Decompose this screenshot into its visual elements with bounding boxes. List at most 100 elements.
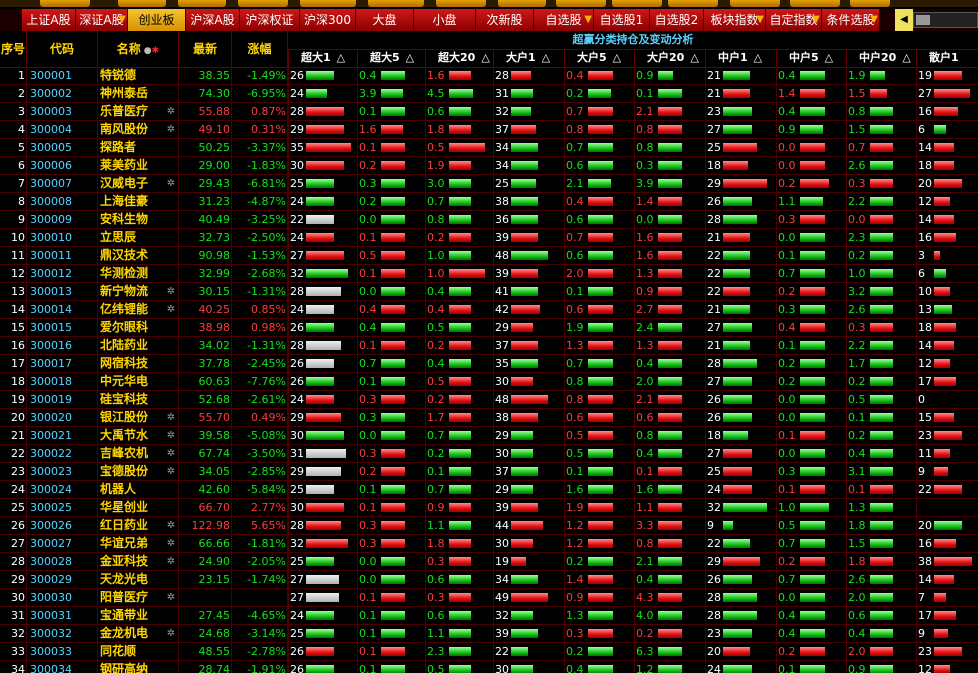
subheader-7[interactable]: 中户5 △ xyxy=(776,49,846,67)
toolbar-button[interactable] xyxy=(40,0,90,7)
table-row[interactable]: 30 300030 阳普医疗 ✲ 27 0.1 0.3 49 0.9 4.3 28 0.0 2.0 7 xyxy=(0,589,978,607)
toolbar-button[interactable] xyxy=(368,0,424,7)
tab-0[interactable]: 上证A股 xyxy=(22,9,76,31)
table-row[interactable]: 8 300008 上海佳豪 31.23 -4.87% 24 0.2 0.7 38 0.4 1.4 26… xyxy=(0,193,978,211)
dropdown-arrow-icon[interactable]: ▼ xyxy=(118,9,126,31)
table-row[interactable]: 25 300025 华星创业 66.70 2.77% 30 0.1 0.9 39 1.9 1.1 32… xyxy=(0,499,978,517)
subheader-6[interactable]: 中户1 △ xyxy=(705,49,776,67)
table-row[interactable]: 3 300003 乐普医疗 ✲ 55.88 0.87% 28 0.1 0.6 32 0.7 2.1 23… xyxy=(0,103,978,121)
toolbar-button[interactable] xyxy=(178,0,226,7)
column-divider xyxy=(846,67,847,85)
column-divider xyxy=(776,643,777,661)
tab-6[interactable]: 大盘 xyxy=(356,9,414,31)
table-row[interactable]: 19 300019 硅宝科技 52.68 -2.61% 24 0.3 0.2 48 0.8 2.1 2… xyxy=(0,391,978,409)
metric-value: 32 xyxy=(495,609,509,622)
toolbar-button[interactable] xyxy=(436,0,486,7)
table-row[interactable]: 28 300028 金亚科技 ✲ 24.90 -2.05% 25 0.0 0.3 19 0.2 2.1… xyxy=(0,553,978,571)
table-row[interactable]: 6 300006 莱美药业 29.00 -1.83% 30 0.2 1.9 34 0.6 0.3 18… xyxy=(0,157,978,175)
subheader-2[interactable]: 超大20 △ xyxy=(425,49,493,67)
tab-5[interactable]: 沪深300 xyxy=(300,9,356,31)
table-row[interactable]: 9 300009 安科生物 40.49 -3.25% 22 0.0 0.8 36 0.6 0.0 28… xyxy=(0,211,978,229)
toolbar-button[interactable] xyxy=(850,0,890,7)
table-row[interactable]: 29 300029 天龙光电 23.15 -1.74% 27 0.0 0.6 34 1.4 0.4 2… xyxy=(0,571,978,589)
change-percent: 5.65% xyxy=(251,519,286,532)
table-row[interactable]: 33 300033 同花顺 48.55 -2.78% 26 0.1 2.3 22 0.2 6.3 20… xyxy=(0,643,978,661)
tab-3[interactable]: 沪深A股 xyxy=(186,9,240,31)
header-price[interactable]: 最新 xyxy=(179,31,231,67)
tab-4[interactable]: 沪深权证 xyxy=(240,9,300,31)
table-row[interactable]: 15 300015 爱尔眼科 38.98 0.98% 26 0.4 0.5 29 1.9 2.4 27… xyxy=(0,319,978,337)
metric-cell-2: 0.5 xyxy=(425,661,493,673)
toolbar-button[interactable] xyxy=(612,0,662,7)
table-row[interactable]: 27 300027 华谊兄弟 ✲ 66.66 -1.81% 32 0.3 1.8 30 1.2 0.8… xyxy=(0,535,978,553)
change-percent: -7.76% xyxy=(247,375,286,388)
subheader-5[interactable]: 大户20 △ xyxy=(634,49,705,67)
toolbar-button[interactable] xyxy=(498,0,546,7)
toolbar-button[interactable] xyxy=(668,0,718,7)
subheader-4[interactable]: 大户5 △ xyxy=(564,49,634,67)
toolbar-button[interactable] xyxy=(118,0,166,7)
table-row[interactable]: 4 300004 南风股份 ✲ 49.10 0.31% 29 1.6 1.8 37 0.8 0.8 27… xyxy=(0,121,978,139)
toolbar-button[interactable] xyxy=(238,0,288,7)
subheader-3[interactable]: 大户1 △ xyxy=(493,49,564,67)
table-row[interactable]: 22 300022 吉峰农机 ✲ 67.74 -3.50% 31 0.3 0.2 30 0.5 0.4… xyxy=(0,445,978,463)
triangle-left-icon[interactable]: ◀ xyxy=(895,9,913,31)
dropdown-arrow-icon[interactable]: ▼ xyxy=(756,9,764,31)
toolbar-button[interactable] xyxy=(730,0,780,7)
toolbar-button[interactable] xyxy=(300,0,356,7)
table-row[interactable]: 11 300011 鼎汉技术 90.98 -1.53% 27 0.5 1.0 48 0.6 1.6 2… xyxy=(0,247,978,265)
header-change[interactable]: 涨幅 xyxy=(232,31,287,67)
subheader-1[interactable]: 超大5 △ xyxy=(357,49,425,67)
tab-8[interactable]: 次新股 xyxy=(476,9,534,31)
table-row[interactable]: 1 300001 特锐德 38.35 -1.49% 26 0.4 1.6 28 0.4 0.9 21 0… xyxy=(0,67,978,85)
table-row[interactable]: 13 300013 新宁物流 ✲ 30.15 -1.31% 28 0.0 0.4 41 0.1 0.9… xyxy=(0,283,978,301)
tab-14[interactable]: 条件选股 ▼ xyxy=(822,9,880,31)
table-row[interactable]: 14 300014 亿纬锂能 ✲ 40.25 0.85% 24 0.4 0.4 42 0.6 2.7 2… xyxy=(0,301,978,319)
column-divider xyxy=(288,463,289,481)
table-row[interactable]: 34 300034 钢研高纳 28.74 -1.91% 26 0.1 0.5 30 0.4 1.2 2… xyxy=(0,661,978,673)
dropdown-arrow-icon[interactable]: ▼ xyxy=(870,9,878,31)
tab-7[interactable]: 小盘 xyxy=(414,9,476,31)
tab-2[interactable]: 创业板 xyxy=(128,9,186,31)
table-row[interactable]: 21 300021 大禹节水 ✲ 39.58 -5.08% 30 0.0 0.7 29 0.5 0.8… xyxy=(0,427,978,445)
table-row[interactable]: 18 300018 中元华电 60.63 -7.76% 26 0.1 0.5 30 0.8 2.0 2… xyxy=(0,373,978,391)
tab-9[interactable]: 自选股 ▼ xyxy=(534,9,594,31)
column-divider xyxy=(26,643,27,661)
tabs-scrollbar[interactable] xyxy=(913,12,978,28)
table-row[interactable]: 7 300007 汉威电子 ✲ 29.43 -6.81% 25 0.3 3.0 25 2.1 3.9 2… xyxy=(0,175,978,193)
subheader-9[interactable]: 散户1 xyxy=(916,49,978,67)
tab-10[interactable]: 自选股1 xyxy=(594,9,650,31)
dropdown-arrow-icon[interactable]: ▼ xyxy=(584,9,592,31)
table-row[interactable]: 16 300016 北陆药业 34.02 -1.31% 28 0.1 0.2 37 1.3 1.3 2… xyxy=(0,337,978,355)
dropdown-arrow-icon[interactable]: ▼ xyxy=(812,9,820,31)
table-row[interactable]: 12 300012 华测检测 32.99 -2.68% 32 0.1 1.0 39 2.0 1.3 2… xyxy=(0,265,978,283)
table-row[interactable]: 10 300010 立思辰 32.73 -2.50% 24 0.1 0.2 39 0.7 1.6 21… xyxy=(0,229,978,247)
table-row[interactable]: 20 300020 银江股份 ✲ 55.70 0.49% 29 0.3 1.7 38 0.6 0.6 2… xyxy=(0,409,978,427)
tab-12[interactable]: 板块指数 ▼ xyxy=(704,9,766,31)
table-row[interactable]: 32 300032 金龙机电 ✲ 24.68 -3.14% 25 0.1 1.1 39 0.3 0.2… xyxy=(0,625,978,643)
table-row[interactable]: 26 300026 红日药业 ✲ 122.98 5.65% 28 0.3 1.1 44 1.2 3.3… xyxy=(0,517,978,535)
table-row[interactable]: 2 300002 神州泰岳 74.30 -6.95% 24 3.9 4.5 31 0.2 0.1 21… xyxy=(0,85,978,103)
tab-13[interactable]: 自定指数 ▼ xyxy=(766,9,822,31)
table-row[interactable]: 23 300023 宝德股份 ✲ 34.05 -2.85% 29 0.2 0.1 37 0.1 0.1… xyxy=(0,463,978,481)
scrollbar-thumb[interactable] xyxy=(916,15,930,25)
metric-value: 1.4 xyxy=(778,87,796,100)
row-index: 24 xyxy=(11,483,25,496)
table-row[interactable]: 5 300005 探路者 50.25 -3.37% 35 0.1 0.5 34 0.7 0.8 25 0… xyxy=(0,139,978,157)
metric-bar xyxy=(723,233,750,242)
column-divider xyxy=(493,607,494,625)
tab-11[interactable]: 自选股2 xyxy=(650,9,704,31)
table-row[interactable]: 31 300031 宝通带业 27.45 -4.65% 24 0.1 0.6 32 1.3 4.0 2… xyxy=(0,607,978,625)
subheader-0[interactable]: 超大1 △ xyxy=(288,49,357,67)
tab-1[interactable]: 深证A股 ▼ xyxy=(76,9,128,31)
header-code[interactable]: 代码 xyxy=(27,31,97,67)
subheader-8[interactable]: 中户20 △ xyxy=(846,49,916,67)
table-row[interactable]: 17 300017 网宿科技 37.78 -2.45% 26 0.7 0.4 35 0.7 0.4 2… xyxy=(0,355,978,373)
toolbar-button[interactable] xyxy=(556,0,606,7)
column-divider xyxy=(776,571,777,589)
toolbar-button[interactable] xyxy=(790,0,840,7)
header-name-cell[interactable]: 名称 ●✱ xyxy=(98,31,178,67)
header-seq[interactable]: 序号 xyxy=(0,31,26,67)
table-row[interactable]: 24 300024 机器人 42.60 -5.84% 25 0.1 0.7 29 1.6 1.6 24… xyxy=(0,481,978,499)
metric-value: 0.9 xyxy=(848,663,866,673)
